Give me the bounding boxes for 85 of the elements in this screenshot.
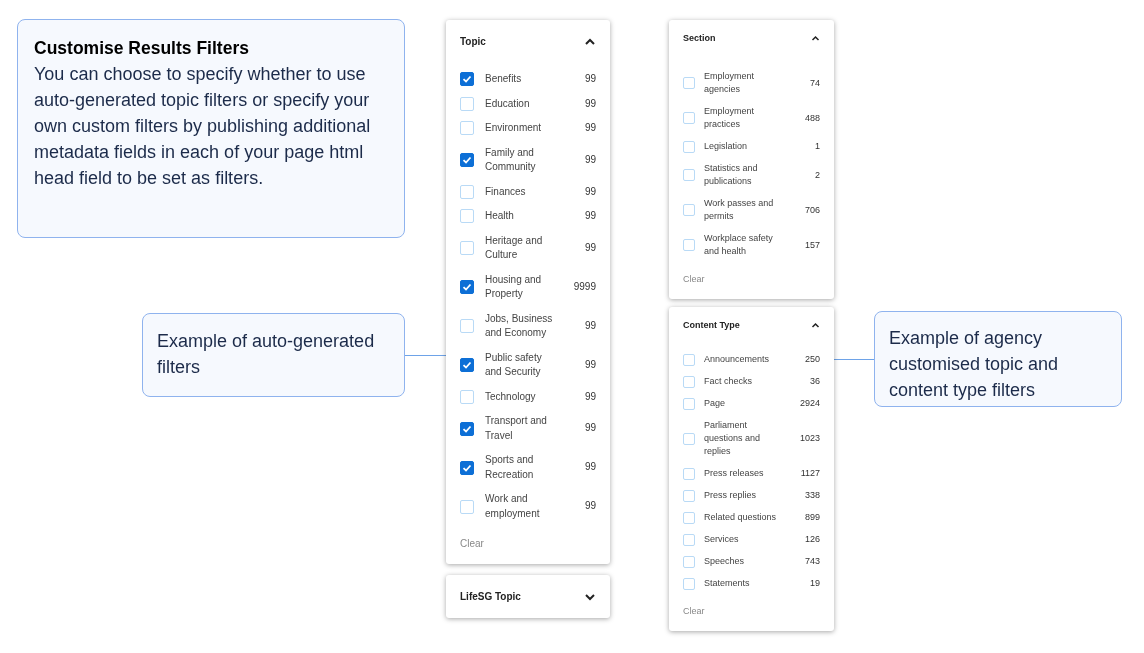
option-label[interactable]: Family and Community [485,145,559,175]
filter-title[interactable]: Section [683,32,716,46]
checkmark-icon [462,155,472,165]
option-label[interactable]: Press replies [704,489,782,502]
option-label[interactable]: Health [485,209,559,224]
callout-title: Customise Results Filters [34,37,250,60]
option-label[interactable]: Statistics and publications [704,162,782,188]
option-count: 706 [804,203,820,217]
option-label[interactable]: Transport and Travel [485,414,559,443]
option-label[interactable]: Page [704,397,782,410]
callout-text: Example of agency customised topic and content type filters [889,327,1060,402]
clear-link[interactable]: Clear [460,538,484,549]
filter-title[interactable]: Topic [460,34,486,49]
checkbox[interactable] [460,421,474,436]
option-count: 743 [804,555,820,568]
filter-title[interactable]: Content Type [683,319,740,333]
option-label[interactable]: Public safety and Security [485,350,559,380]
option-label[interactable]: Jobs, Business and Economy [485,311,559,341]
option-count: 74 [810,76,820,90]
option-count: 99 [584,96,596,111]
option-label[interactable]: Workplace safety and health [704,232,782,258]
clear-link[interactable]: Clear [683,273,705,284]
option-count: 1023 [799,432,820,445]
option-label[interactable]: Press releases [704,467,782,480]
option-label[interactable]: Technology [485,389,559,404]
option-label[interactable]: Employment practices [704,105,782,131]
option-count: 36 [810,375,820,388]
checkbox[interactable] [460,358,474,372]
option-label[interactable]: Employment agencies [704,70,782,96]
option-count: 2924 [799,397,820,410]
option-count: 99 [584,152,596,167]
option-count: 250 [804,353,820,366]
checkmark-icon [462,462,472,473]
checkbox[interactable] [460,280,474,294]
option-count: 19 [810,577,820,590]
option-count: 126 [804,533,820,546]
option-count: 488 [804,111,820,125]
option-count: 99 [584,389,596,404]
option-count: 99 [584,499,596,514]
checkmark-icon [462,74,472,85]
callout-text: You can choose to specify whether to use auto-generated topic filters or specify your own custom filters by publishing additional metadata fields in each of your page html head field to be set as filters. [34,63,372,190]
option-count: 899 [804,511,820,524]
checkmark-icon [462,282,472,292]
option-label[interactable]: Education [485,96,559,111]
option-label[interactable]: Related questions [704,511,782,524]
option-count: 99 [584,421,596,436]
option-count: 1 [815,140,820,153]
option-label[interactable]: Speeches [704,555,782,568]
leader-line [834,359,874,360]
option-label[interactable]: Work passes and permits [704,197,782,223]
clear-link[interactable]: Clear [683,605,705,616]
option-count: 99 [584,184,596,199]
option-label[interactable]: Work and employment [485,492,559,521]
option-label[interactable]: Legislation [704,140,782,153]
option-count: 99 [584,357,596,372]
option-label[interactable]: Announcements [704,353,782,366]
leader-line [405,355,446,356]
option-count: 99 [584,460,596,475]
option-count: 2 [815,168,820,182]
option-label[interactable]: Heritage and Culture [485,233,559,263]
option-count: 338 [804,489,820,502]
option-label[interactable]: Sports and Recreation [485,453,559,482]
option-count: 99 [584,240,596,255]
callout-text: Example of auto-generated filters [157,330,376,379]
option-label[interactable]: Services [704,533,782,546]
checkmark-icon [462,423,472,434]
option-label[interactable]: Housing and Property [485,272,559,302]
option-count: 99 [584,209,596,223]
option-count: 99 [584,318,596,333]
filter-title[interactable]: LifeSG Topic [460,589,521,604]
option-count: 157 [804,238,820,252]
option-count: 99 [584,72,596,86]
checkmark-icon [462,360,472,370]
checkbox[interactable] [460,460,474,475]
option-label[interactable]: Environment [485,121,559,136]
option-count: 99 [584,121,596,135]
option-label[interactable]: Statements [704,577,782,590]
option-label[interactable]: Finances [485,184,559,199]
option-label[interactable]: Parliament questions and replies [704,419,782,458]
checkbox[interactable] [460,153,474,167]
option-label[interactable]: Fact checks [704,375,782,388]
option-count: 9999 [573,279,596,294]
option-label[interactable]: Benefits [485,72,559,87]
option-count: 1127 [800,467,820,480]
checkbox[interactable] [460,72,474,87]
